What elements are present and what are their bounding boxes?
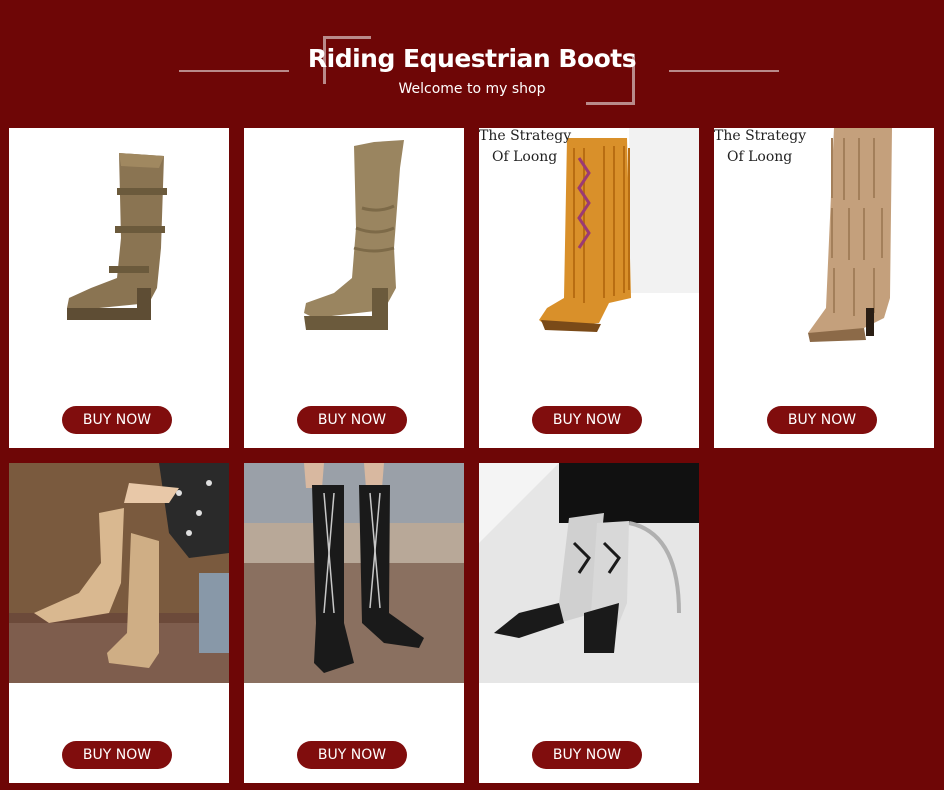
- buy-now-button[interactable]: BUY NOW: [767, 406, 877, 434]
- shop-header: Riding Equestrian Boots Welcome to my sh…: [0, 0, 944, 120]
- product-card-5: BUY NOW: [9, 463, 229, 783]
- product-image-beige-knit-boot[interactable]: [9, 463, 229, 683]
- product-card-1: BUY NOW: [9, 128, 229, 448]
- buy-now-button[interactable]: BUY NOW: [532, 406, 642, 434]
- buy-now-button[interactable]: BUY NOW: [297, 741, 407, 769]
- watermark-text: The Strategy Of Loong: [714, 128, 806, 168]
- buy-now-button[interactable]: BUY NOW: [532, 741, 642, 769]
- product-card-6: BUY NOW: [244, 463, 464, 783]
- product-card-4: The Strategy Of Loong BUY NOW: [714, 128, 934, 448]
- product-card-3: The Strategy Of Loong BUY NOW: [479, 128, 699, 448]
- page-subtitle: Welcome to my shop: [398, 81, 546, 97]
- buy-now-button[interactable]: BUY NOW: [62, 741, 172, 769]
- product-card-7: BUY NOW: [479, 463, 699, 783]
- watermark-line-1: The Strategy: [479, 128, 572, 144]
- product-image-black-lace-up-boot[interactable]: [244, 463, 464, 683]
- product-card-2: BUY NOW: [244, 128, 464, 448]
- watermark-line-2: Of Loong: [727, 149, 793, 165]
- page-title: Riding Equestrian Boots: [307, 44, 637, 73]
- watermark-line-1: The Strategy: [714, 128, 807, 144]
- product-image-western-boot[interactable]: [479, 463, 699, 683]
- buy-now-button[interactable]: BUY NOW: [297, 406, 407, 434]
- product-image-tan-slouch-boot[interactable]: [244, 128, 464, 348]
- product-image-tan-buckle-boot[interactable]: [9, 128, 229, 348]
- buy-now-button[interactable]: BUY NOW: [62, 406, 172, 434]
- watermark-text: The Strategy Of Loong: [479, 128, 571, 168]
- watermark-line-2: Of Loong: [492, 149, 558, 165]
